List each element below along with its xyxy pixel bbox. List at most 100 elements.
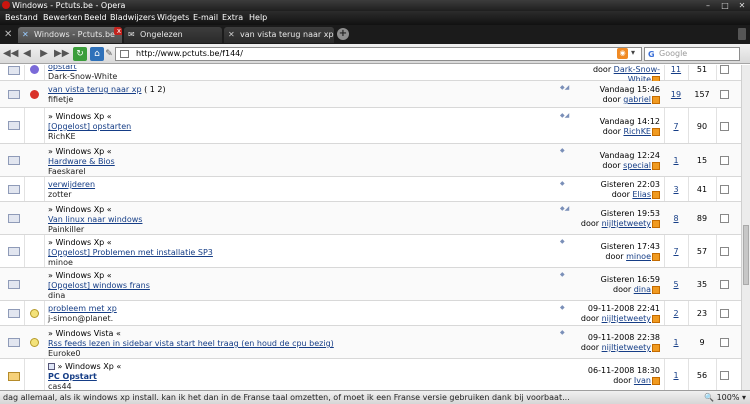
forward-icon[interactable]: ▶: [37, 47, 51, 61]
thread-checkbox[interactable]: [720, 371, 729, 380]
dropdown-chevron-icon[interactable]: ▾: [631, 48, 635, 57]
reply-count[interactable]: 11: [668, 65, 684, 74]
last-poster-link[interactable]: Ivan: [634, 376, 651, 385]
thread-checkbox[interactable]: [720, 156, 729, 165]
thread-row[interactable]: van vista terug naar xp ( 1 2) fifietje …: [0, 81, 741, 108]
rss-feed-icon[interactable]: ◉: [617, 48, 628, 59]
edit-icon[interactable]: ✎: [104, 47, 114, 61]
reply-count[interactable]: 2: [668, 309, 684, 318]
thread-checkbox[interactable]: [720, 65, 729, 74]
thread-title-link[interactable]: [Opgelost] windows frans: [48, 281, 150, 290]
thread-title-link[interactable]: verwijderen: [48, 180, 95, 189]
trash-icon[interactable]: [738, 28, 746, 40]
thread-checkbox[interactable]: [720, 247, 729, 256]
reply-count[interactable]: 7: [668, 122, 684, 131]
go-to-last-post-icon[interactable]: [652, 190, 660, 199]
go-to-last-post-icon[interactable]: [652, 161, 660, 170]
maximize-icon[interactable]: □: [717, 0, 733, 11]
menu-bestand[interactable]: Bestand: [5, 11, 38, 25]
thread-row[interactable]: » Windows Xp « [Opgelost] Problemen met …: [0, 235, 741, 268]
tab-ongelezen[interactable]: ✉ Ongelezen: [124, 27, 222, 43]
last-poster-link[interactable]: special: [623, 161, 651, 170]
zoom-control[interactable]: 🔍 100% ▾: [704, 391, 746, 404]
thread-checkbox[interactable]: [720, 214, 729, 223]
last-post-date: 09-11-2008 22:41: [587, 304, 660, 313]
thread-checkbox[interactable]: [720, 90, 729, 99]
last-poster-link[interactable]: gabriel: [623, 95, 651, 104]
thread-title-link[interactable]: Van linux naar windows: [48, 215, 142, 224]
menu-beeld[interactable]: Beeld: [84, 11, 107, 25]
reload-icon[interactable]: ↻: [73, 47, 87, 61]
thread-title-link[interactable]: Rss feeds lezen in sidebar vista start h…: [48, 339, 334, 348]
rewind-icon[interactable]: ◀◀: [3, 47, 18, 61]
thread-row[interactable]: » Windows Vista « Rss feeds lezen in sid…: [0, 326, 741, 359]
attachment-icon: ◆◢: [560, 205, 570, 212]
url-field[interactable]: http://www.pctuts.be/f144/: [115, 47, 642, 61]
new-tab-button[interactable]: +: [337, 28, 349, 40]
go-to-last-post-icon[interactable]: [652, 376, 660, 385]
reply-count[interactable]: 19: [668, 90, 684, 99]
reply-count[interactable]: 3: [668, 185, 684, 194]
menu-bladwijzers[interactable]: Bladwijzers: [110, 11, 155, 25]
go-to-last-post-icon[interactable]: [652, 252, 660, 261]
thread-row[interactable]: » Windows Xp « PC Opstart cas44 06-11-20…: [0, 359, 741, 390]
home-icon[interactable]: ⌂: [90, 47, 104, 61]
thread-row[interactable]: probleem met xp j-simon@planet. ◆ 09-11-…: [0, 301, 741, 326]
last-poster-link[interactable]: minoe: [626, 252, 651, 261]
tab-close-icon[interactable]: x: [114, 27, 122, 35]
thread-title-link[interactable]: [Opgelost] Problemen met installatie SP3: [48, 248, 213, 257]
last-poster-link[interactable]: nijltjetweety: [602, 343, 651, 352]
fast-forward-icon[interactable]: ▶▶: [54, 47, 69, 61]
thread-checkbox[interactable]: [720, 185, 729, 194]
tools-icon[interactable]: ✕: [4, 29, 12, 40]
scrollbar-thumb[interactable]: [743, 225, 749, 285]
reply-count[interactable]: 5: [668, 280, 684, 289]
thread-title-link[interactable]: probleem met xp: [48, 304, 117, 313]
thread-row[interactable]: » Windows Xp « [Opgelost] opstarten Rich…: [0, 108, 741, 144]
menu-extra[interactable]: Extra: [222, 11, 243, 25]
menu-widgets[interactable]: Widgets: [157, 11, 189, 25]
go-to-last-post-icon[interactable]: [652, 127, 660, 136]
thread-row[interactable]: » Windows Xp « [Opgelost] windows frans …: [0, 268, 741, 301]
reply-count[interactable]: 8: [668, 214, 684, 223]
thread-row[interactable]: » Windows Xp « Hardware & Bios Faeskarel…: [0, 144, 741, 177]
go-to-last-post-icon[interactable]: [652, 219, 660, 228]
reply-count[interactable]: 1: [668, 338, 684, 347]
close-window-icon[interactable]: ✕: [734, 0, 750, 11]
menu-bewerken[interactable]: Bewerken: [43, 11, 83, 25]
thread-checkbox[interactable]: [720, 280, 729, 289]
page-links[interactable]: ( 1 2): [144, 85, 166, 94]
minimize-icon[interactable]: –: [700, 0, 716, 11]
reply-count[interactable]: 7: [668, 247, 684, 256]
last-poster-link[interactable]: nijltjetweety: [602, 219, 651, 228]
reply-count[interactable]: 1: [668, 156, 684, 165]
go-to-last-post-icon[interactable]: [652, 95, 660, 104]
tab-vista-xp[interactable]: ✕ van vista terug naar xp...: [224, 27, 334, 43]
thread-row[interactable]: verwijderen zotter ◆ Gisteren 22:03 door …: [0, 177, 741, 202]
thread-title-link[interactable]: PC Opstart: [48, 372, 97, 381]
thread-title-link[interactable]: van vista terug naar xp: [48, 85, 142, 94]
menu-email[interactable]: E-mail: [193, 11, 218, 25]
thread-checkbox[interactable]: [720, 309, 729, 318]
thread-title-link[interactable]: Hardware & Bios: [48, 157, 115, 166]
last-poster-link[interactable]: nijltjetweety: [602, 314, 651, 323]
thread-row[interactable]: opstart Dark-Snow-White door Dark-Snow-W…: [0, 65, 741, 84]
back-icon[interactable]: ◀: [20, 47, 34, 61]
thread-title-link[interactable]: [Opgelost] opstarten: [48, 122, 131, 131]
go-to-last-post-icon[interactable]: [652, 343, 660, 352]
vertical-scrollbar[interactable]: [741, 65, 750, 390]
last-poster-link[interactable]: RichKE: [623, 127, 651, 136]
menu-bar: Bestand Bewerken Beeld Bladwijzers Widge…: [0, 11, 750, 25]
tab-windows-pctuts[interactable]: ✕ Windows - Pctuts.be x: [18, 27, 122, 43]
reply-count[interactable]: 1: [668, 371, 684, 380]
go-to-last-post-icon[interactable]: [652, 314, 660, 323]
thread-checkbox[interactable]: [720, 122, 729, 131]
go-to-last-post-icon[interactable]: [652, 285, 660, 294]
thread-row[interactable]: » Windows Xp « Van linux naar windows Pa…: [0, 202, 741, 235]
thread-title-link[interactable]: opstart: [48, 65, 77, 71]
last-poster-link[interactable]: Elias: [632, 190, 651, 199]
search-input[interactable]: G Google: [644, 47, 740, 61]
thread-checkbox[interactable]: [720, 338, 729, 347]
last-poster-link[interactable]: dina: [634, 285, 651, 294]
menu-help[interactable]: Help: [249, 11, 267, 25]
